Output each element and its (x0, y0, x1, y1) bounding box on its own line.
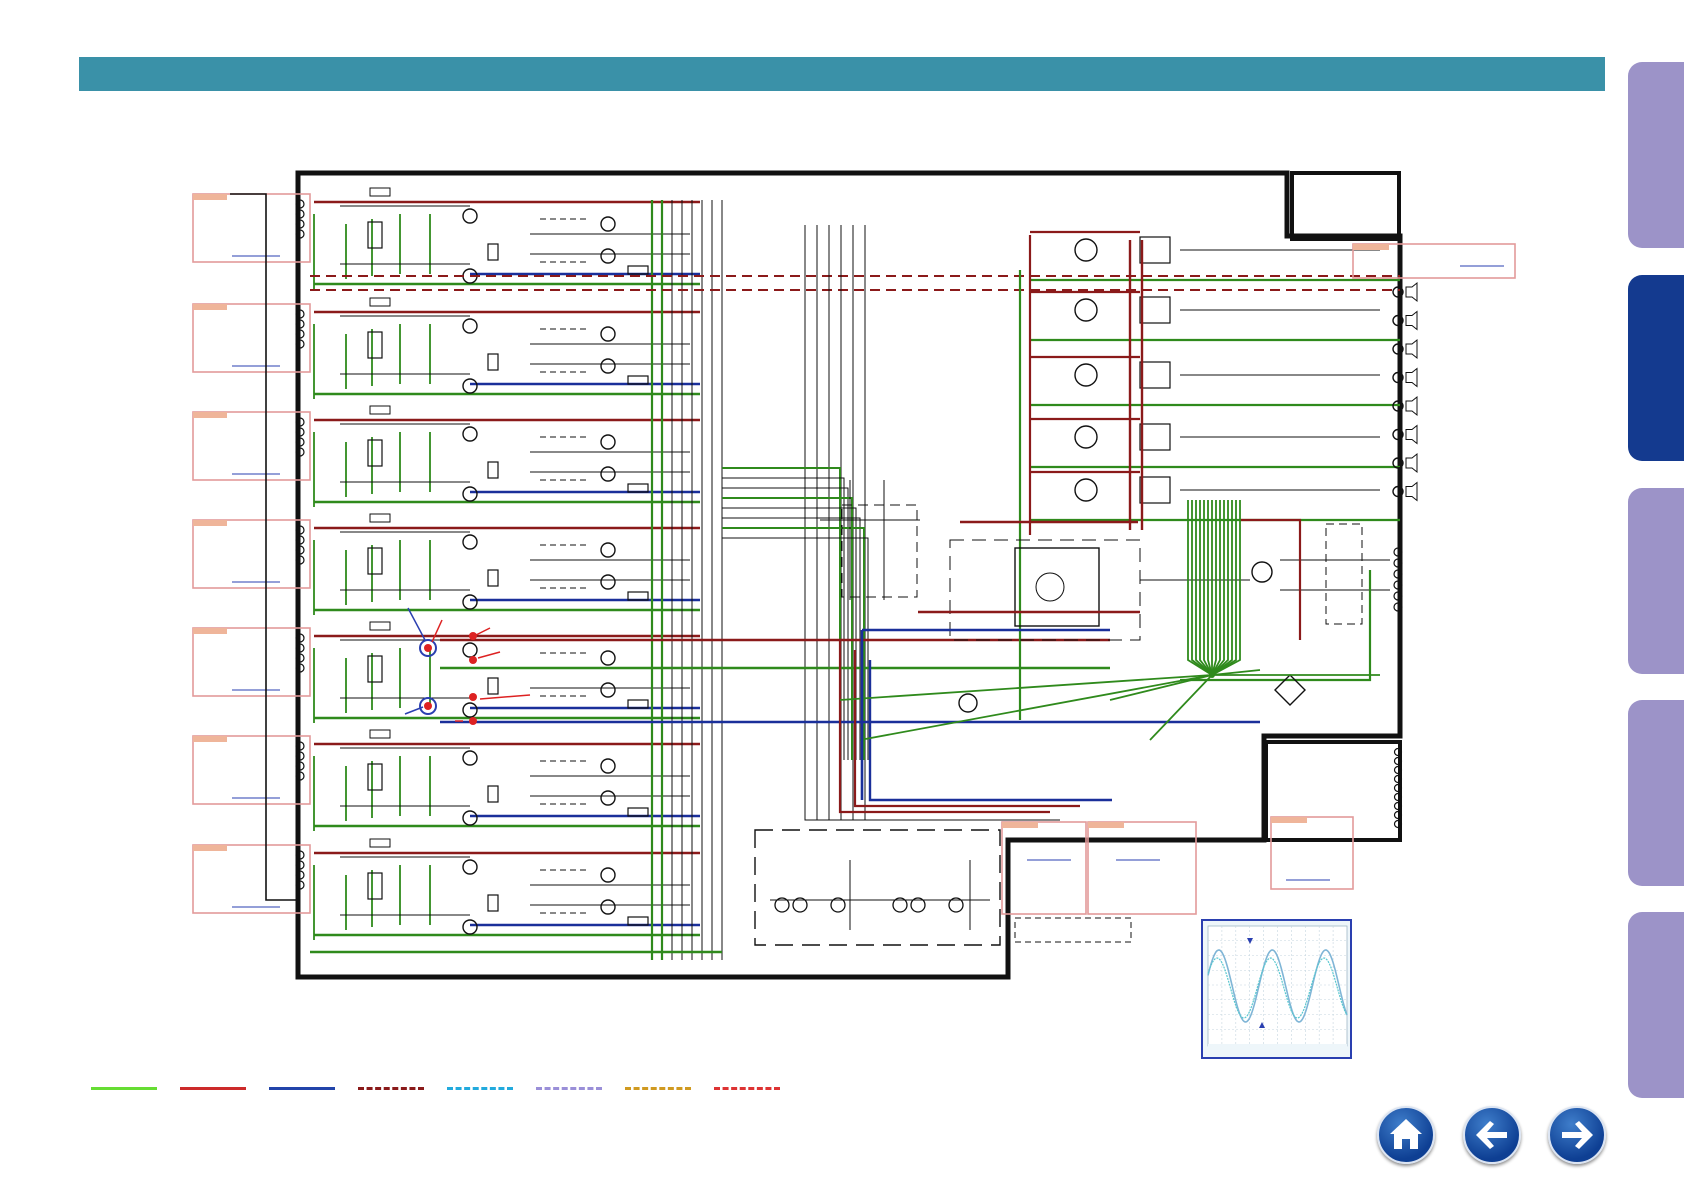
home-icon (1390, 1119, 1422, 1149)
legend-swatch (358, 1087, 424, 1090)
channel-input-connector (192, 627, 311, 697)
legend-swatch (625, 1087, 691, 1090)
output-relay-4 (1030, 417, 1400, 469)
speaker-terminal (1392, 481, 1418, 502)
channel-4 (313, 513, 700, 615)
speaker-terminal (1392, 424, 1418, 445)
channel-3 (313, 405, 700, 507)
output-relay-2 (1030, 290, 1400, 342)
output-relay-3 (1030, 355, 1400, 407)
bottom-right-sub-board (1264, 740, 1402, 842)
oscilloscope-screenshot (1201, 919, 1352, 1059)
channel-input-connector (192, 411, 311, 481)
speaker-terminal (1392, 452, 1418, 474)
channel-input-connector (192, 519, 311, 589)
speaker-terminal (1392, 310, 1418, 331)
channel-input-connector (192, 303, 311, 373)
amplifier-channels (313, 187, 700, 940)
channel-input-connector (192, 735, 311, 805)
speaker-terminal (1392, 281, 1418, 303)
speaker-terminal (1392, 338, 1418, 360)
legend-swatch (714, 1087, 780, 1090)
arrow-right-icon (1562, 1121, 1593, 1149)
arrow-left-icon (1476, 1121, 1507, 1149)
main-board-outline (295, 170, 1403, 980)
channel-input-connector (192, 844, 311, 914)
legend-swatch (180, 1087, 246, 1090)
channel-input-connector (192, 193, 311, 263)
top-right-sub-board (1290, 171, 1401, 241)
channel-5 (313, 621, 700, 723)
back-button[interactable] (1463, 1106, 1521, 1164)
output-relay-5 (1030, 470, 1400, 522)
amplifier-schematic (192, 170, 1516, 1059)
legend-swatch (91, 1087, 157, 1090)
legend-swatch (447, 1087, 513, 1090)
channel-7 (313, 838, 700, 940)
legend-swatch (536, 1087, 602, 1090)
legend-swatch (269, 1087, 335, 1090)
home-button[interactable] (1377, 1106, 1435, 1164)
forward-button[interactable] (1548, 1106, 1606, 1164)
speaker-terminal (1392, 367, 1418, 388)
channel-1 (313, 187, 700, 289)
channel-input-connectors (192, 193, 311, 914)
channel-2 (313, 297, 700, 399)
channel-6 (313, 729, 700, 831)
